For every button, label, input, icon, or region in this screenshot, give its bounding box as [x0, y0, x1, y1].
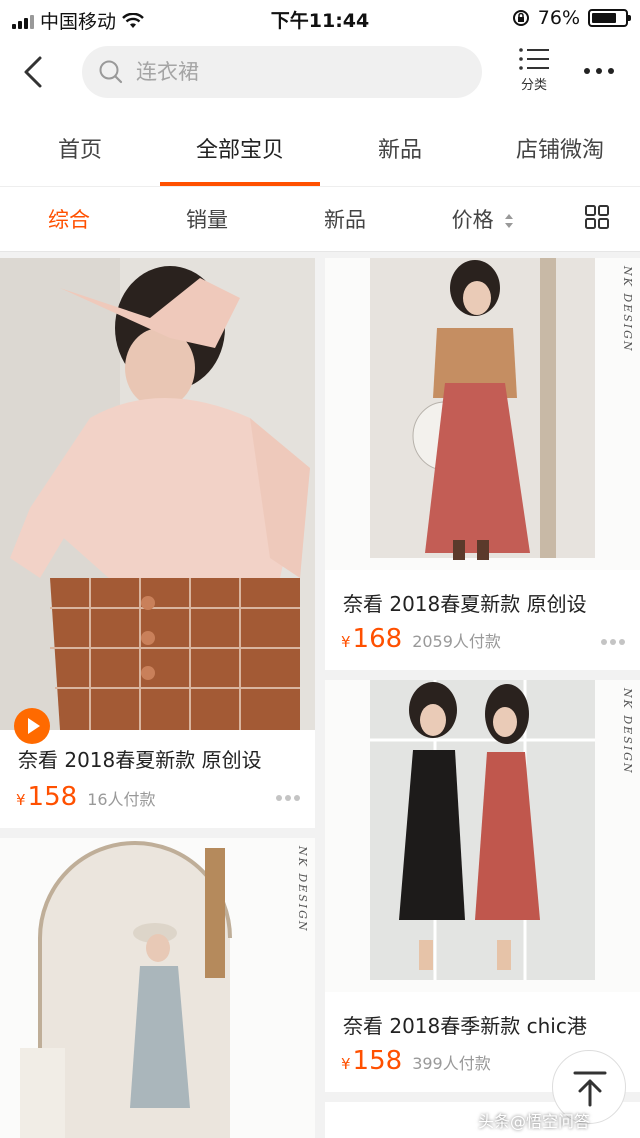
search-bar[interactable] [82, 46, 482, 98]
status-bar: 中国移动 下午11:44 76% [0, 0, 640, 36]
header: 分类 [0, 36, 640, 108]
product-title: 奈看 2018春夏新款 原创设 [343, 592, 587, 616]
product-card[interactable]: NK DESIGN 奈看 2018春季新款 chic港 ¥ 158 399人付款 [325, 680, 640, 1092]
product-card[interactable]: 奈看 2018春夏新款 原创设 ¥ 158 16人付款 [0, 258, 315, 828]
sort-price-label: 价格 [451, 208, 494, 232]
sort-arrows-icon [505, 214, 514, 228]
product-card[interactable]: NK DESIGN [0, 838, 315, 1138]
search-input[interactable] [136, 60, 456, 84]
battery-icon [588, 9, 631, 27]
back-button[interactable] [14, 52, 54, 92]
battery-percent: 76% [537, 7, 580, 29]
product-price: 168 [352, 624, 403, 654]
sort-new[interactable]: 新品 [276, 204, 414, 234]
more-options-icon[interactable] [275, 786, 301, 807]
product-image [0, 838, 315, 1138]
tab-store-feed[interactable]: 店铺微淘 [480, 108, 640, 186]
sold-count: 16人付款 [87, 790, 156, 809]
sort-bar: 综合 销量 新品 价格 [0, 186, 640, 252]
brand-watermark: NK DESIGN [621, 688, 634, 775]
battery-area: 76% [512, 7, 631, 29]
product-card[interactable]: NK DESIGN 奈看 2018春夏新款 原创设 ¥ 168 2059人付款 [325, 258, 640, 670]
battery-fill [592, 13, 617, 23]
sort-comprehensive[interactable]: 综合 [0, 204, 138, 234]
play-icon[interactable] [14, 708, 50, 744]
product-title: 奈看 2018春季新款 chic港 [343, 1014, 587, 1038]
orientation-lock-icon [512, 10, 529, 26]
shop-tabs: 首页 全部宝贝 新品 店铺微淘 [0, 108, 640, 186]
list-icon [519, 48, 549, 70]
sort-sales[interactable]: 销量 [138, 204, 276, 234]
more-options-icon[interactable] [600, 630, 626, 651]
more-button[interactable] [582, 58, 622, 88]
price-row: ¥ 158 399人付款 [341, 1046, 491, 1076]
product-title: 奈看 2018春夏新款 原创设 [18, 748, 262, 772]
watermark-text: 头条@悟空问答 [478, 1112, 591, 1131]
currency-symbol: ¥ [341, 1055, 351, 1073]
more-icon [584, 68, 614, 74]
product-price: 158 [27, 782, 78, 812]
product-price: 158 [352, 1046, 403, 1076]
product-image [325, 258, 640, 570]
tab-all-items[interactable]: 全部宝贝 [160, 108, 320, 186]
sort-price[interactable]: 价格 [414, 204, 552, 234]
category-button[interactable]: 分类 [510, 46, 558, 102]
currency-symbol: ¥ [341, 633, 351, 651]
category-label: 分类 [520, 78, 547, 93]
search-icon [99, 60, 123, 84]
price-row: ¥ 168 2059人付款 [341, 624, 501, 654]
back-icon [24, 56, 42, 88]
grid-icon [585, 205, 609, 229]
product-image [0, 258, 315, 730]
brand-watermark: NK DESIGN [296, 846, 309, 933]
sold-count: 2059人付款 [412, 632, 501, 651]
sold-count: 399人付款 [412, 1054, 491, 1073]
brand-watermark: NK DESIGN [621, 266, 634, 353]
currency-symbol: ¥ [16, 791, 26, 809]
product-image [325, 680, 640, 992]
tab-home[interactable]: 首页 [0, 108, 160, 186]
layout-toggle-button[interactable] [584, 204, 610, 234]
tab-new[interactable]: 新品 [320, 108, 480, 186]
price-row: ¥ 158 16人付款 [16, 782, 156, 812]
